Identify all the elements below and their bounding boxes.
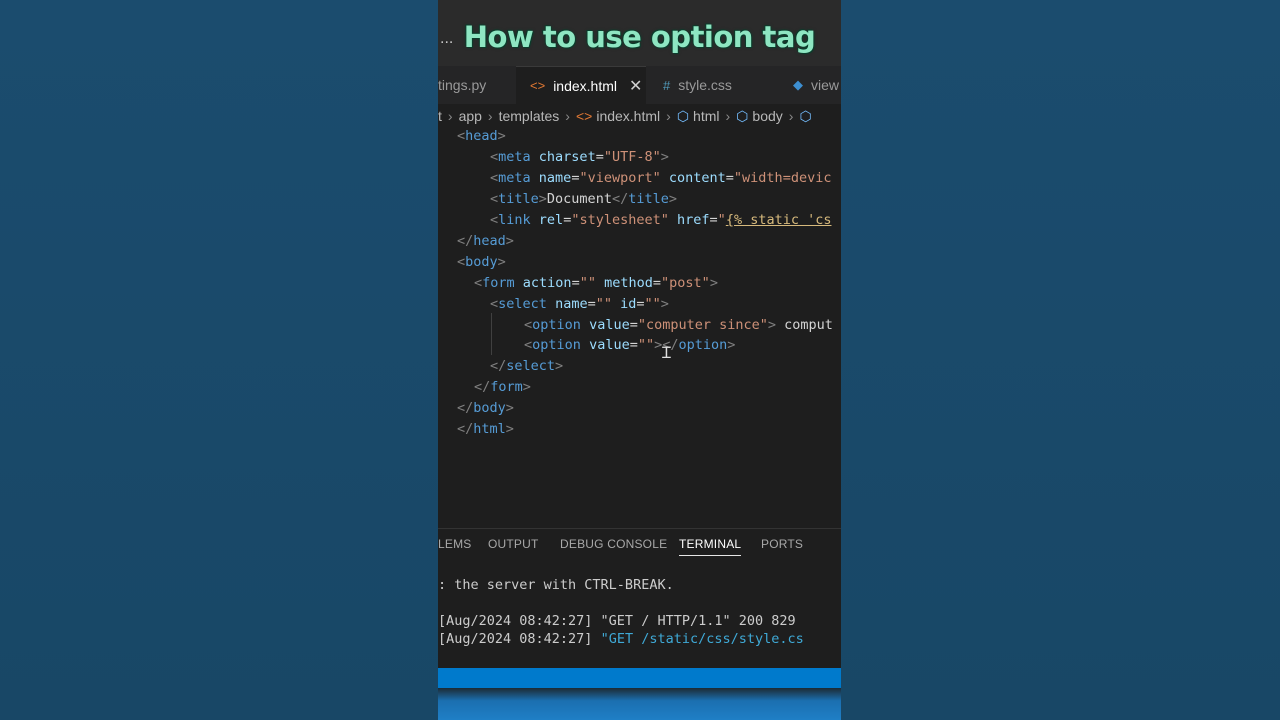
code-line: <body>: [457, 254, 506, 270]
code-line: </html>: [457, 421, 514, 437]
tab-terminal[interactable]: TERMINAL: [679, 537, 742, 556]
tab-debug-console[interactable]: DEBUG CONSOLE: [560, 537, 667, 551]
tab-index-html[interactable]: <> index.html ✕: [516, 66, 646, 104]
left-backdrop: [0, 0, 438, 720]
python-file-icon: ◆: [793, 77, 803, 92]
html-file-icon: <>: [530, 78, 546, 93]
code-line: <head>: [457, 128, 506, 144]
terminal-line: [Aug/2024 08:42:27] "GET /static/css/sty…: [438, 631, 804, 647]
panel-tabs: LEMS OUTPUT DEBUG CONSOLE TERMINAL PORTS: [438, 528, 841, 559]
tab-output[interactable]: OUTPUT: [488, 537, 539, 551]
code-line: </head>: [457, 233, 514, 249]
tab-views-py[interactable]: ◆ view: [793, 66, 841, 104]
tab-label: style.css: [678, 77, 732, 93]
chevron-right-icon: ›: [788, 108, 794, 124]
code-line: <form action="" method="post">: [474, 275, 718, 291]
tab-label: tings.py: [438, 77, 487, 93]
terminal-line: : the server with CTRL-BREAK.: [438, 577, 674, 593]
breadcrumb: t › app › templates › <> index.html › ⬡ …: [438, 104, 841, 128]
chevron-right-icon: ›: [725, 108, 731, 124]
breadcrumb-item[interactable]: templates: [499, 108, 560, 124]
breadcrumb-item[interactable]: body: [752, 108, 782, 124]
code-line: <select name="" id="">: [490, 296, 669, 312]
terminal-line: [Aug/2024 08:42:27] "GET / HTTP/1.1" 200…: [438, 613, 796, 629]
code-line: <meta name="viewport" content="width=dev…: [490, 170, 832, 186]
terminal-text: [Aug/2024 08:42:27]: [438, 631, 601, 647]
terminal-output[interactable]: : the server with CTRL-BREAK. [Aug/2024 …: [438, 558, 841, 666]
code-line: </form>: [474, 379, 531, 395]
tab-label: view: [811, 77, 840, 93]
chevron-right-icon: ›: [487, 108, 493, 124]
chevron-right-icon: ›: [666, 108, 671, 124]
editor-tabs: tings.py <> index.html ✕ # style.css ◆ v…: [438, 66, 841, 104]
cube-icon: ⬡: [736, 107, 749, 124]
right-backdrop: [841, 0, 1280, 720]
breadcrumb-item[interactable]: app: [459, 108, 482, 124]
code-editor[interactable]: <head> <meta charset="UTF-8"> <meta name…: [438, 128, 841, 518]
tab-style-css[interactable]: # style.css: [663, 66, 773, 104]
html-file-icon: <>: [575, 108, 593, 124]
code-line: <title>Document</title>: [490, 191, 677, 207]
code-line: <option value="computer since"> comput: [524, 317, 833, 333]
cube-icon: ⬡: [676, 107, 690, 124]
breadcrumb-item[interactable]: t: [438, 108, 442, 124]
tab-problems[interactable]: LEMS: [438, 537, 471, 551]
text-cursor-icon: Ɪ: [662, 343, 671, 362]
status-bar: [438, 668, 841, 688]
code-line: <meta charset="UTF-8">: [490, 149, 669, 165]
css-file-icon: #: [663, 77, 671, 93]
tab-label: index.html: [553, 77, 617, 94]
code-line: </body>: [457, 400, 514, 416]
code-line: </select>: [490, 358, 564, 374]
indent-guide: [491, 313, 492, 355]
code-line: <option value=""></option>: [524, 337, 736, 353]
breadcrumb-item[interactable]: html: [693, 108, 719, 124]
chevron-right-icon: ›: [447, 108, 453, 124]
close-icon[interactable]: ✕: [629, 76, 642, 96]
video-frame: ... How to use option tag tings.py <> in…: [438, 0, 841, 720]
chevron-right-icon: ›: [565, 108, 570, 124]
tab-settings-py[interactable]: tings.py: [438, 66, 516, 104]
video-caption: How to use option tag: [463, 20, 816, 54]
tab-ports[interactable]: PORTS: [761, 537, 803, 551]
cube-icon: ⬡: [799, 107, 812, 124]
terminal-request-path: "GET /static/css/style.cs: [600, 631, 804, 647]
bottom-strip: [438, 688, 841, 720]
breadcrumb-item[interactable]: index.html: [596, 108, 660, 124]
code-line: <link rel="stylesheet" href="{% static '…: [490, 212, 832, 228]
title-bar: ... How to use option tag: [438, 0, 841, 66]
